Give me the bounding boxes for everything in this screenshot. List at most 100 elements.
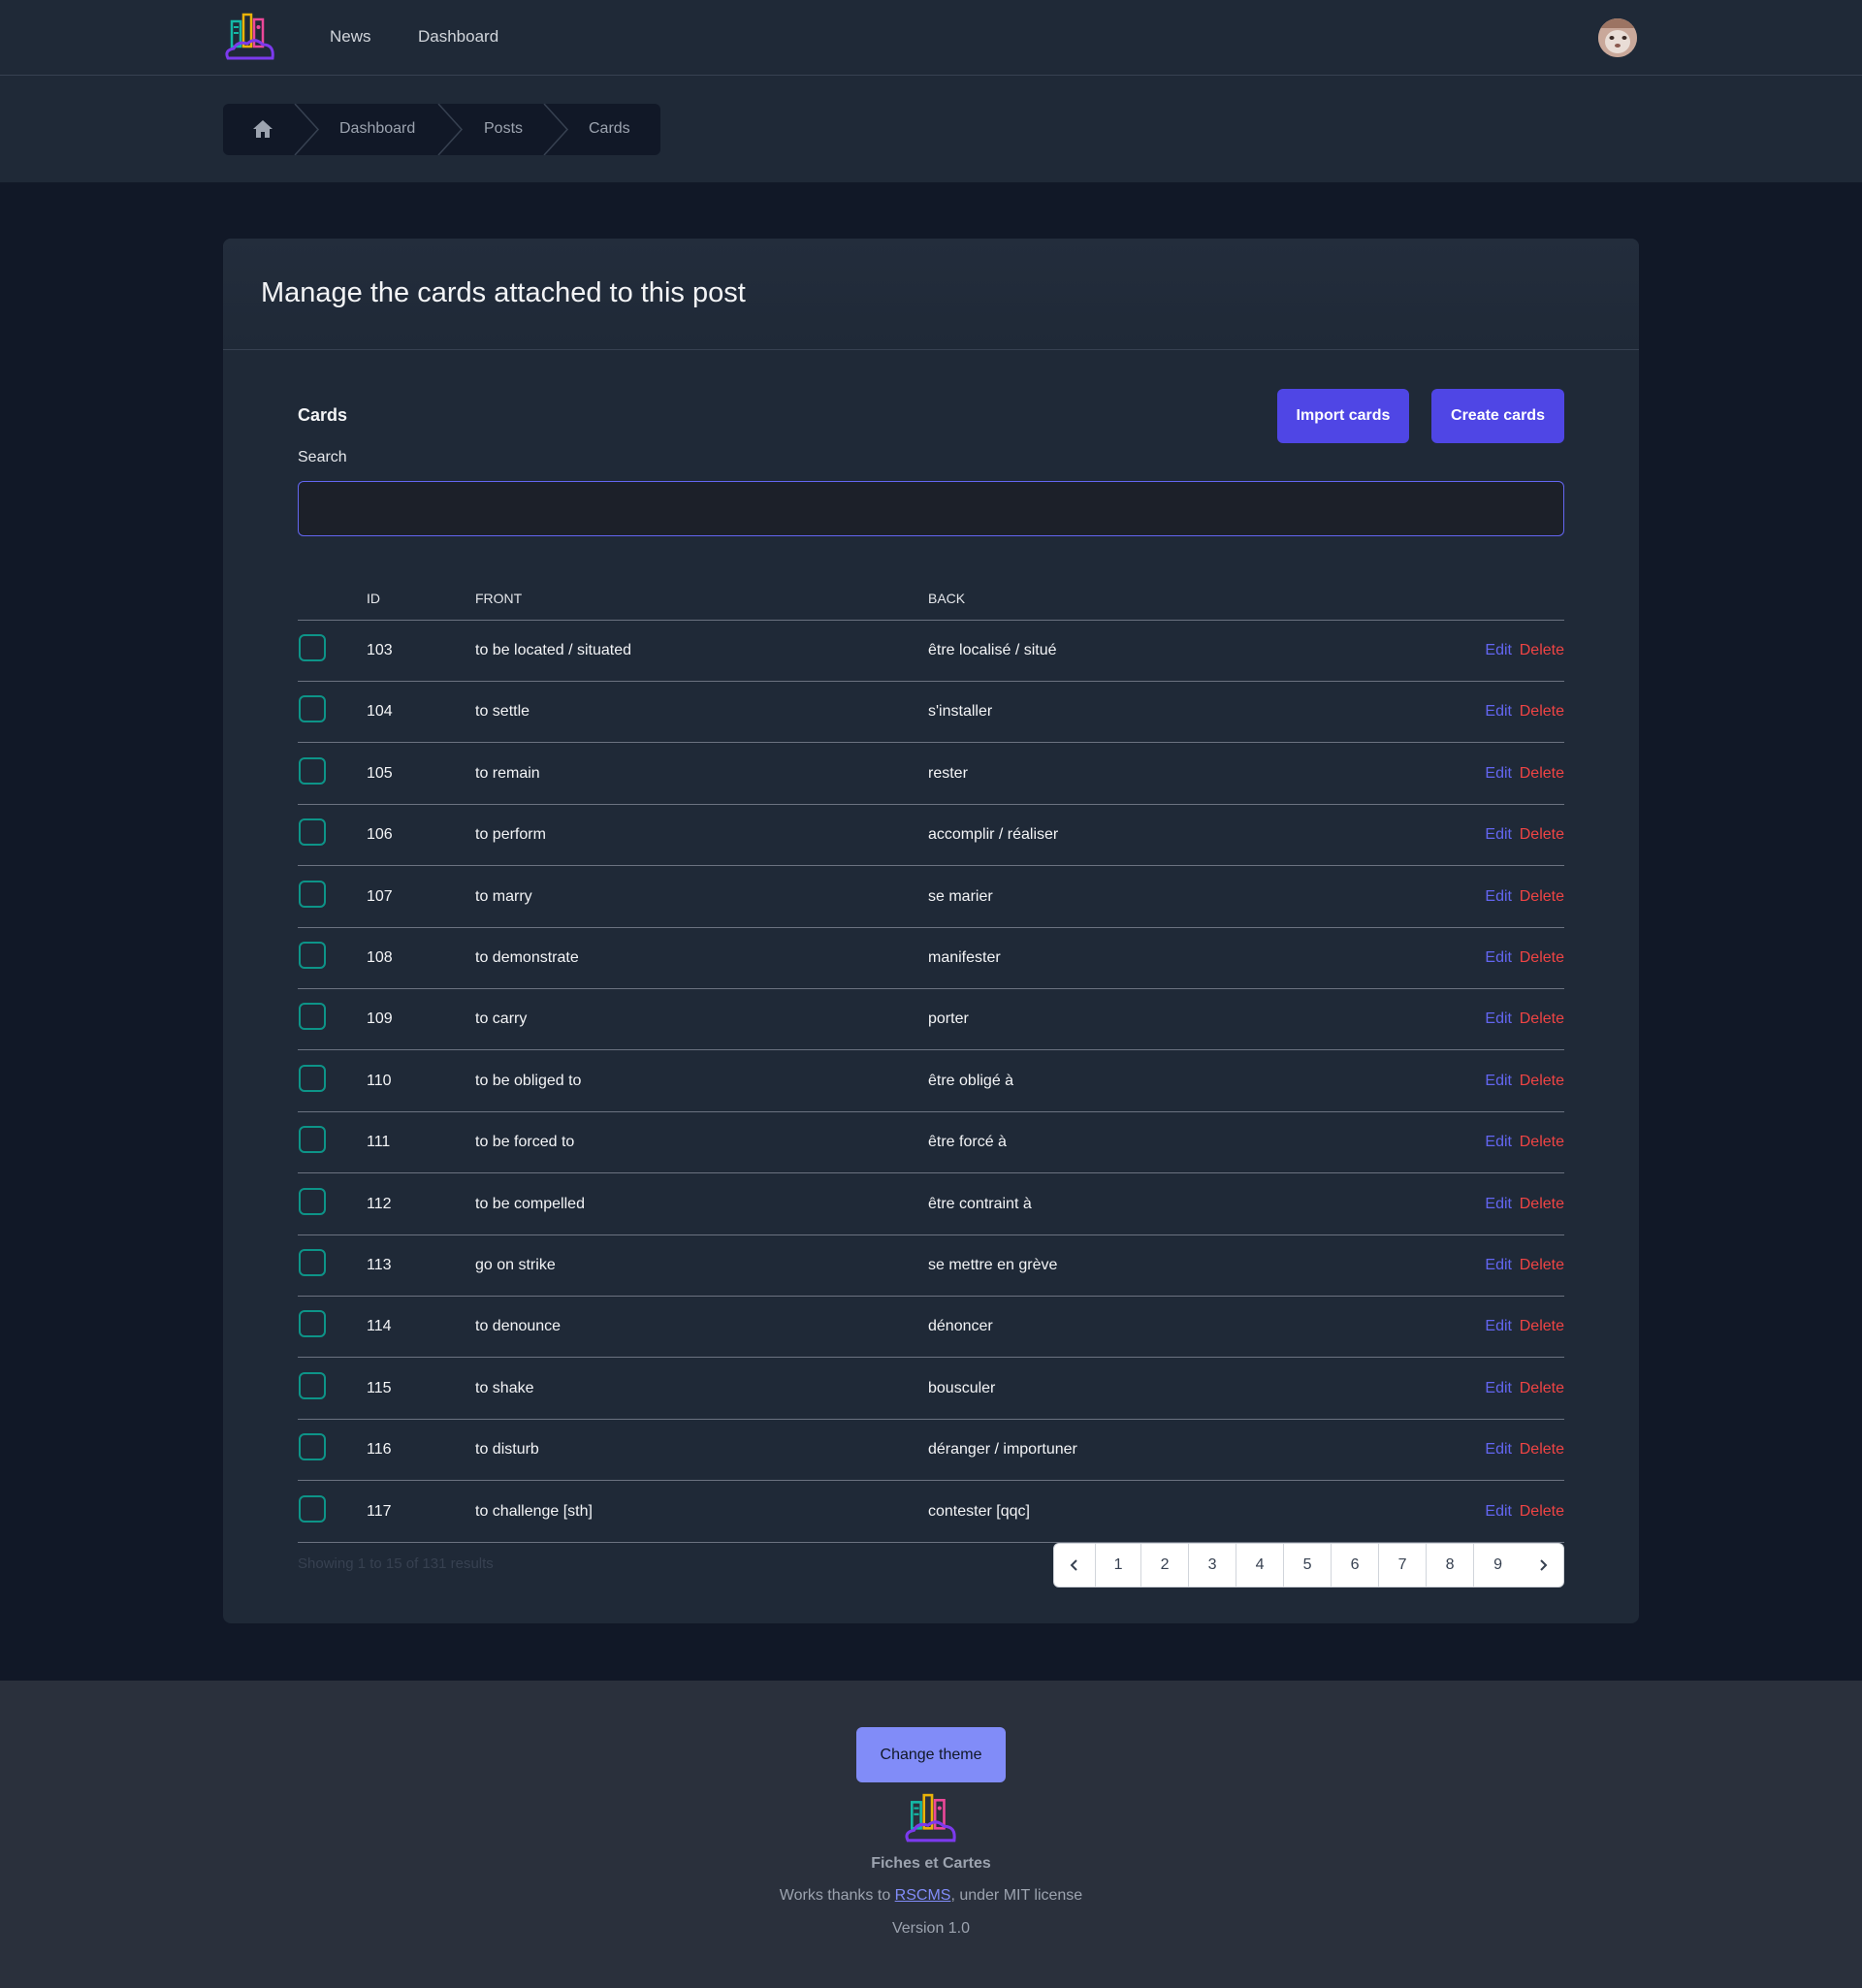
manage-cards-panel: Manage the cards attached to this post C… xyxy=(223,239,1639,1623)
pagination-page-7[interactable]: 7 xyxy=(1379,1544,1428,1587)
edit-link[interactable]: Edit xyxy=(1485,1196,1512,1213)
chevron-left-icon xyxy=(1070,1559,1077,1571)
table-row: 116 to disturb déranger / importuner Edit De… xyxy=(298,1420,1564,1482)
pagination-page-9[interactable]: 9 xyxy=(1474,1544,1522,1587)
edit-link[interactable]: Edit xyxy=(1485,1073,1512,1090)
delete-link[interactable]: Delete xyxy=(1520,1134,1564,1151)
edit-link[interactable]: Edit xyxy=(1485,1318,1512,1335)
edit-link[interactable]: Edit xyxy=(1485,1380,1512,1397)
pagination-page-4[interactable]: 4 xyxy=(1236,1544,1285,1587)
create-cards-button[interactable]: Create cards xyxy=(1431,389,1564,443)
pagination-next-button[interactable] xyxy=(1522,1544,1563,1587)
delete-link[interactable]: Delete xyxy=(1520,1010,1564,1028)
footer-brand: Fiches et Cartes xyxy=(871,1855,991,1872)
delete-link[interactable]: Delete xyxy=(1520,1318,1564,1335)
row-id: 114 xyxy=(367,1318,392,1335)
edit-link[interactable]: Edit xyxy=(1485,765,1512,783)
delete-link[interactable]: Delete xyxy=(1520,1073,1564,1090)
delete-link[interactable]: Delete xyxy=(1520,1441,1564,1459)
row-back: accomplir / réaliser xyxy=(928,826,1059,844)
delete-link[interactable]: Delete xyxy=(1520,703,1564,721)
avatar[interactable] xyxy=(1598,18,1637,57)
edit-link[interactable]: Edit xyxy=(1485,1441,1512,1459)
breadcrumb-strip: Dashboard Posts Cards xyxy=(0,76,1862,182)
change-theme-button[interactable]: Change theme xyxy=(856,1727,1006,1782)
row-back: dénoncer xyxy=(928,1318,993,1335)
breadcrumb-item-cards[interactable]: Cards xyxy=(589,120,630,138)
row-checkbox[interactable] xyxy=(299,1003,326,1031)
panel-header: Manage the cards attached to this post xyxy=(223,239,1639,350)
row-checkbox[interactable] xyxy=(299,1433,326,1461)
delete-link[interactable]: Delete xyxy=(1520,642,1564,659)
nav-link-dashboard[interactable]: Dashboard xyxy=(418,27,498,47)
row-checkbox[interactable] xyxy=(299,1371,326,1399)
row-back: être localisé / situé xyxy=(928,642,1057,658)
row-back: se mettre en grève xyxy=(928,1257,1058,1273)
row-id: 111 xyxy=(367,1134,391,1151)
row-checkbox[interactable] xyxy=(299,756,326,785)
table-row: 115 to shake bousculer Edit Delete xyxy=(298,1359,1564,1420)
pagination-page-6[interactable]: 6 xyxy=(1332,1544,1380,1587)
row-checkbox[interactable] xyxy=(299,1310,326,1338)
row-front: to perform xyxy=(475,826,546,844)
pagination-prev-button[interactable] xyxy=(1054,1544,1097,1587)
row-id: 113 xyxy=(367,1257,392,1273)
edit-link[interactable]: Edit xyxy=(1485,949,1512,967)
row-back: s'installer xyxy=(928,703,993,721)
row-front: to remain xyxy=(475,764,540,782)
app-logo-icon xyxy=(905,1793,956,1843)
chevron-right-icon xyxy=(1539,1559,1547,1571)
row-checkbox[interactable] xyxy=(299,880,326,908)
pagination-page-1[interactable]: 1 xyxy=(1096,1544,1142,1587)
row-back: contester [qqc] xyxy=(928,1502,1030,1520)
row-checkbox[interactable] xyxy=(299,695,326,723)
edit-link[interactable]: Edit xyxy=(1485,642,1512,659)
edit-link[interactable]: Edit xyxy=(1485,1503,1512,1521)
edit-link[interactable]: Edit xyxy=(1485,888,1512,906)
edit-link[interactable]: Edit xyxy=(1485,703,1512,721)
delete-link[interactable]: Delete xyxy=(1520,826,1564,844)
pagination-pages: 123456789 xyxy=(1096,1544,1522,1587)
row-checkbox[interactable] xyxy=(299,1126,326,1154)
row-checkbox[interactable] xyxy=(299,1064,326,1092)
pagination-page-3[interactable]: 3 xyxy=(1189,1544,1237,1587)
app-logo-icon[interactable] xyxy=(222,12,278,64)
row-checkbox[interactable] xyxy=(299,634,326,661)
row-checkbox[interactable] xyxy=(299,1249,326,1276)
row-back: rester xyxy=(928,764,968,782)
row-checkbox[interactable] xyxy=(299,1187,326,1215)
row-back: être contraint à xyxy=(928,1195,1032,1212)
results-summary: Showing 1 to 15 of 131 results xyxy=(298,1555,494,1572)
row-front: to be compelled xyxy=(475,1195,585,1212)
pagination-page-8[interactable]: 8 xyxy=(1427,1544,1475,1587)
row-id: 103 xyxy=(367,642,393,658)
table-row: 109 to carry porter Edit Delete xyxy=(298,989,1564,1051)
delete-link[interactable]: Delete xyxy=(1520,1503,1564,1521)
delete-link[interactable]: Delete xyxy=(1520,1196,1564,1213)
search-input[interactable] xyxy=(298,481,1564,536)
row-back: être obligé à xyxy=(928,1072,1014,1089)
row-checkbox[interactable] xyxy=(299,942,326,969)
delete-link[interactable]: Delete xyxy=(1520,1257,1564,1274)
edit-link[interactable]: Edit xyxy=(1485,1257,1512,1274)
breadcrumb-item-dashboard[interactable]: Dashboard xyxy=(339,120,415,138)
edit-link[interactable]: Edit xyxy=(1485,1010,1512,1028)
import-cards-button[interactable]: Import cards xyxy=(1277,389,1409,443)
delete-link[interactable]: Delete xyxy=(1520,1380,1564,1397)
pagination-page-5[interactable]: 5 xyxy=(1284,1544,1332,1587)
row-front: to denounce xyxy=(475,1318,562,1335)
delete-link[interactable]: Delete xyxy=(1520,949,1564,967)
breadcrumb-item-posts[interactable]: Posts xyxy=(484,120,523,138)
delete-link[interactable]: Delete xyxy=(1520,888,1564,906)
nav-link-news[interactable]: News xyxy=(330,27,371,47)
edit-link[interactable]: Edit xyxy=(1485,826,1512,844)
row-checkbox[interactable] xyxy=(299,818,326,847)
row-id: 106 xyxy=(367,826,393,844)
row-checkbox[interactable] xyxy=(299,1494,326,1523)
search-label: Search xyxy=(298,449,347,465)
pagination-page-2[interactable]: 2 xyxy=(1141,1544,1190,1587)
rscms-link[interactable]: RSCMS xyxy=(895,1887,951,1904)
home-icon[interactable] xyxy=(252,119,273,139)
delete-link[interactable]: Delete xyxy=(1520,765,1564,783)
edit-link[interactable]: Edit xyxy=(1485,1134,1512,1151)
